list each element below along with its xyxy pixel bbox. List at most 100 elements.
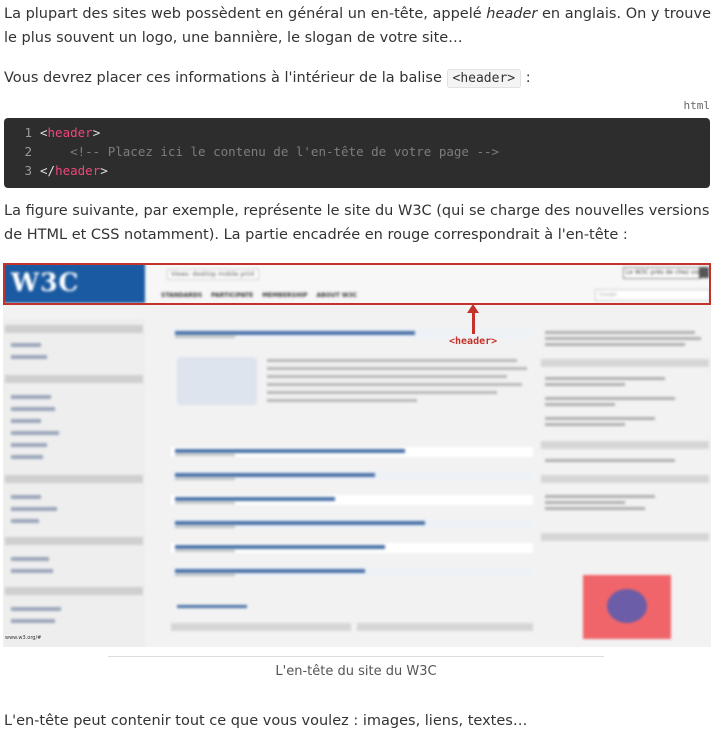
- sidebar-link: [11, 607, 61, 611]
- right-heading: [541, 533, 709, 541]
- sidebar-link: [11, 407, 55, 411]
- right-text-line: [545, 495, 655, 498]
- right-text-line: [545, 383, 625, 386]
- news-illustration: [177, 357, 257, 405]
- sidebar-link: [11, 395, 51, 399]
- code-punct: >: [92, 125, 101, 140]
- sidebar-link: [11, 431, 59, 435]
- right-text-line: [545, 403, 615, 406]
- news-date: [175, 478, 235, 480]
- instruction-paragraph: Vous devrez placer ces informations à l'…: [4, 66, 716, 91]
- news-text-line: [267, 359, 517, 362]
- code-block[interactable]: 1 <header> 2 <!-- Placez ici le contenu d…: [4, 118, 710, 188]
- sidebar-link: [11, 419, 41, 423]
- sidebar-heading: [5, 375, 143, 383]
- caption-divider: [108, 656, 604, 657]
- news-text-line: [267, 383, 522, 386]
- sidebar-link: [11, 355, 47, 359]
- news-item: [171, 447, 533, 457]
- news-item: [171, 471, 533, 481]
- news-text-line: [267, 399, 417, 402]
- w3c-screenshot-figure: W3C Views: desktop mobile print Le W3C p…: [3, 263, 711, 647]
- status-url: www.w3.org/#: [5, 635, 42, 641]
- header-highlight-box: [3, 263, 711, 305]
- news-title: [175, 449, 405, 453]
- code-language-label: html: [683, 99, 711, 112]
- right-text-line: [545, 331, 695, 334]
- promo-banner: [583, 575, 671, 639]
- code-line-3: 3 </header>: [4, 161, 710, 180]
- sidebar-link: [11, 455, 43, 459]
- news-date: [175, 336, 235, 338]
- news-date: [175, 454, 235, 456]
- news-item: [171, 519, 533, 529]
- more-news-link: [177, 605, 247, 608]
- right-heading: [541, 359, 709, 367]
- right-text-line: [545, 507, 645, 510]
- right-text-line: [545, 337, 701, 340]
- news-date: [175, 574, 235, 576]
- line-number: 3: [24, 163, 32, 178]
- sidebar-heading: [5, 325, 143, 333]
- sidebar-heading: [5, 475, 143, 483]
- code-punct: >: [100, 163, 108, 178]
- section-heading: [171, 623, 351, 631]
- sidebar-link: [11, 557, 49, 561]
- right-heading: [541, 475, 709, 483]
- line-number: 1: [24, 125, 32, 140]
- code-punct: </: [40, 163, 56, 178]
- inline-code-header: <header>: [446, 69, 522, 88]
- code-punct: <: [40, 125, 48, 140]
- intro-text-before: La plupart des sites web possèdent en gé…: [4, 6, 487, 22]
- right-text-line: [545, 377, 665, 380]
- instruction-text: Vous devrez placer ces informations à l'…: [4, 70, 447, 86]
- intro-term: header: [486, 6, 538, 22]
- section-heading: [357, 623, 533, 631]
- news-title: [175, 521, 425, 525]
- right-text-line: [545, 343, 685, 346]
- news-item: [171, 495, 533, 505]
- left-sidebar: [3, 319, 145, 647]
- sidebar-link: [11, 343, 41, 347]
- news-text-line: [267, 391, 497, 394]
- promo-graphic: [607, 589, 647, 623]
- news-date: [175, 502, 235, 504]
- sidebar-heading: [5, 537, 143, 545]
- intro-paragraph: La plupart des sites web possèdent en gé…: [4, 2, 716, 50]
- sidebar-link: [11, 519, 39, 523]
- code-tag: header: [47, 125, 93, 140]
- right-text-line: [545, 417, 655, 420]
- conclusion-paragraph: L'en-tête peut contenir tout ce que vous…: [4, 713, 528, 729]
- right-text-line: [545, 423, 625, 426]
- right-text-line: [545, 459, 675, 462]
- header-annotation: <header>: [449, 336, 498, 347]
- code-line-2: 2 <!-- Placez ici le contenu de l'en-têt…: [4, 142, 710, 161]
- sidebar-link: [11, 507, 57, 511]
- line-number: 2: [24, 144, 32, 159]
- news-title: [175, 331, 415, 335]
- sidebar-heading: [5, 587, 143, 595]
- sidebar-link: [11, 619, 55, 623]
- right-heading: [541, 441, 709, 449]
- arrow-shaft: [472, 310, 475, 334]
- news-item: [171, 567, 533, 577]
- news-title: [175, 545, 385, 549]
- code-comment: <!-- Placez ici le contenu de l'en-tête …: [40, 144, 500, 159]
- news-item: [171, 543, 533, 553]
- article-page: La plupart des sites web possèdent en gé…: [0, 0, 723, 742]
- figure-intro-paragraph: La figure suivante, par exemple, représe…: [4, 203, 710, 243]
- news-title: [175, 569, 365, 573]
- code-line-1: 1 <header>: [4, 123, 710, 142]
- instruction-colon: :: [521, 70, 531, 86]
- blurred-website: W3C Views: desktop mobile print Le W3C p…: [3, 263, 711, 647]
- news-title: [175, 473, 375, 477]
- right-text-line: [545, 397, 675, 400]
- figure-caption: L'en-tête du site du W3C: [275, 664, 437, 679]
- news-text-line: [267, 367, 527, 370]
- code-tag: header: [55, 163, 101, 178]
- news-date: [175, 526, 235, 528]
- sidebar-link: [11, 443, 47, 447]
- news-date: [175, 550, 235, 552]
- right-text-line: [545, 501, 625, 504]
- news-text-line: [267, 375, 507, 378]
